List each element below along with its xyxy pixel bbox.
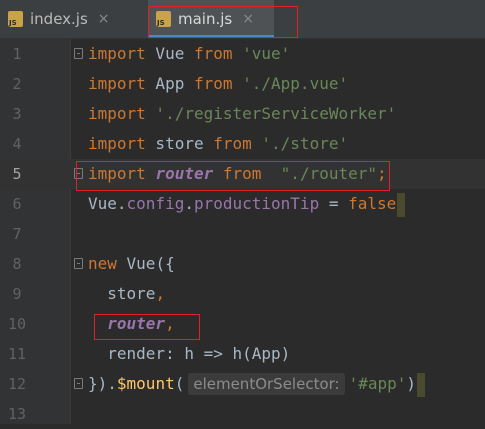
code-line[interactable]: 13 xyxy=(0,399,485,429)
line-number: 12 xyxy=(7,375,27,393)
fold-icon[interactable] xyxy=(74,378,83,389)
code-text: render: h => h(App) xyxy=(88,344,291,363)
line-number: 11 xyxy=(7,345,27,363)
code-line[interactable]: 8 new Vue({ xyxy=(0,249,485,279)
tab-label: index.js xyxy=(30,10,88,28)
code-line[interactable]: 10 router, xyxy=(0,309,485,339)
code-text: store, xyxy=(88,284,166,303)
code-line[interactable]: 2 import App from './App.vue' xyxy=(0,69,485,99)
tab-index-js[interactable]: JS index.js × xyxy=(8,0,138,38)
code-line[interactable]: 6 Vue.config.productionTip = false xyxy=(0,189,485,219)
code-text: import Vue from 'vue' xyxy=(88,44,291,63)
code-line[interactable]: 1 import Vue from 'vue' xyxy=(0,39,485,69)
line-number: 4 xyxy=(12,135,22,153)
line-number: 10 xyxy=(7,315,27,333)
js-file-icon: JS xyxy=(8,11,23,27)
tab-highlight-box xyxy=(148,6,298,38)
code-text: new Vue({ xyxy=(88,254,175,273)
fold-icon[interactable] xyxy=(74,48,83,59)
code-line[interactable]: 3 import './registerServiceWorker' xyxy=(0,99,485,129)
line-number: 2 xyxy=(12,75,22,93)
line-number: 13 xyxy=(7,405,27,423)
parameter-hint: elementOrSelector: xyxy=(188,373,345,395)
fold-icon[interactable] xyxy=(74,258,83,269)
line-number: 8 xyxy=(12,255,22,273)
line-number: 9 xyxy=(12,285,22,303)
close-icon[interactable]: × xyxy=(98,11,110,27)
code-text: import App from './App.vue' xyxy=(88,74,349,93)
text-caret xyxy=(397,192,406,217)
text-caret xyxy=(417,372,426,397)
import-router-highlight-box xyxy=(76,161,390,191)
line-number: 6 xyxy=(12,195,22,213)
code-line[interactable]: 4 import store from './store' xyxy=(0,129,485,159)
code-text: import './registerServiceWorker' xyxy=(88,104,397,123)
code-line[interactable]: 11 render: h => h(App) xyxy=(0,339,485,369)
line-number: 1 xyxy=(12,45,22,63)
code-text: import store from './store' xyxy=(88,134,349,153)
code-line[interactable]: 9 store, xyxy=(0,279,485,309)
code-text: }).$mount(elementOrSelector: '#app') xyxy=(88,369,426,399)
router-option-highlight-box xyxy=(94,314,200,340)
line-number: 3 xyxy=(12,105,22,123)
line-number: 7 xyxy=(12,225,22,243)
code-text: Vue.config.productionTip = false xyxy=(88,189,406,219)
code-line[interactable]: 7 xyxy=(0,219,485,249)
code-line[interactable]: 12 }).$mount(elementOrSelector: '#app') xyxy=(0,369,485,399)
line-number: 5 xyxy=(12,165,22,183)
